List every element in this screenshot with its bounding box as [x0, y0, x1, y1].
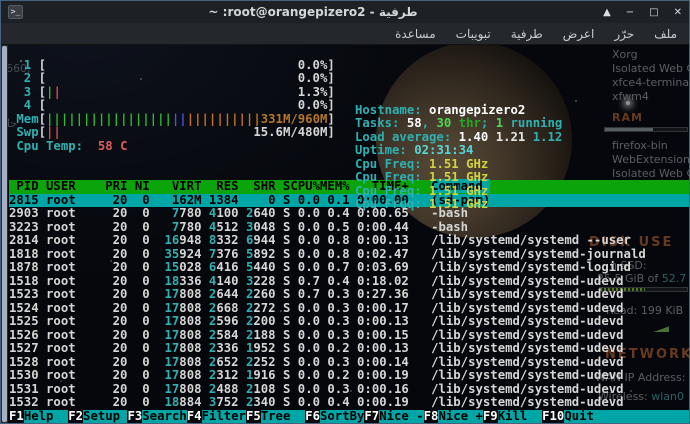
- process-row[interactable]: 2814 root 20 0 16948 8332 6944 S 0.0 0.8…: [9, 234, 689, 248]
- process-row[interactable]: 1818 root 20 0 35924 7376 5892 S 0.0 0.8…: [9, 248, 689, 262]
- function-key[interactable]: F7: [364, 410, 379, 424]
- function-key[interactable]: F9: [483, 410, 498, 424]
- function-key[interactable]: F8: [424, 410, 439, 424]
- process-row[interactable]: 1523 root 20 0 17808 2644 2260 S 0.7 0.3…: [9, 288, 689, 302]
- cpu-freq-line: Cpu Freq: 1.51 GHz: [355, 185, 562, 199]
- load-average-line: Load average: 1.40 1.21 1.12: [355, 131, 562, 145]
- cpu-meter: 2 [ 0.0%]: [9, 72, 689, 86]
- function-key-label[interactable]: Search: [142, 410, 186, 424]
- hostname-line: Hostname: orangepizero2: [355, 104, 562, 118]
- process-row[interactable]: 1532 root 20 0 18884 3752 2340 S 0.0 0.4…: [9, 396, 689, 410]
- process-row[interactable]: 1527 root 20 0 17808 2336 1952 S 0.0 0.2…: [9, 342, 689, 356]
- blank-line: [9, 167, 689, 181]
- htop-info-column: Hostname: orangepizero2Tasks: 58, 30 thr…: [355, 104, 562, 212]
- process-row[interactable]: 1526 root 20 0 17808 2584 2188 S 0.0 0.3…: [9, 329, 689, 343]
- menu-item[interactable]: حرّر: [614, 27, 634, 41]
- terminal-icon: >_: [8, 5, 23, 19]
- cpu-freq-line: Cpu Freq: 1.51 GHz: [355, 198, 562, 212]
- minimize-button[interactable]: −: [626, 7, 634, 18]
- process-row[interactable]: 1878 root 20 0 15028 6416 5440 S 0.0 0.7…: [9, 261, 689, 275]
- menu-item[interactable]: مساعدة: [395, 27, 436, 41]
- terminal-window: >_ ~ :root@orangepizero2 - طرفية ▲ − □ ✕…: [0, 0, 690, 424]
- function-key-label[interactable]: SortBy: [320, 410, 364, 424]
- menu-bar: ملف حرّر اعرض طرفية تبويبات مساعدة: [1, 23, 689, 45]
- maximize-button[interactable]: □: [649, 7, 658, 18]
- function-key[interactable]: F2: [68, 410, 83, 424]
- cpu-meter: 1 [ 0.0%]: [9, 59, 689, 73]
- window-title: ~ :root@orangepizero2 - طرفية: [31, 5, 595, 19]
- uptime-line: Uptime: 02:31:34: [355, 144, 562, 158]
- function-key-label[interactable]: Quit: [564, 410, 608, 424]
- menu-item[interactable]: ملف: [654, 27, 677, 41]
- process-table-header[interactable]: PID USER PRI NI VIRT RES SHR SCPU%MEM% T…: [9, 180, 689, 194]
- process-row[interactable]: 1530 root 20 0 17808 2312 1916 S 0.0 0.2…: [9, 369, 689, 383]
- function-key-label[interactable]: Nice -: [379, 410, 423, 424]
- process-row[interactable]: 1531 root 20 0 17808 2488 2108 S 0.0 0.3…: [9, 383, 689, 397]
- title-bar[interactable]: >_ ~ :root@orangepizero2 - طرفية ▲ − □ ✕: [1, 1, 689, 23]
- terminal-content[interactable]: 1 [ 0.0%] 2 [ 0.0%] 3 [|| 1.3%] 4 [ 0.0%…: [1, 45, 689, 423]
- blank-line: [9, 45, 689, 59]
- cpu-freq-line: Cpu Freq: 1.51 GHz: [355, 158, 562, 172]
- scrollbar[interactable]: [1, 45, 8, 423]
- cpu-freq-line: Cpu Freq: 1.51 GHz: [355, 171, 562, 185]
- menu-item[interactable]: تبويبات: [456, 27, 491, 41]
- menu-item[interactable]: اعرض: [563, 27, 595, 41]
- function-key[interactable]: F4: [187, 410, 202, 424]
- function-key[interactable]: F6: [305, 410, 320, 424]
- function-bar-filler: [609, 410, 689, 424]
- shade-button[interactable]: ▲: [603, 7, 611, 18]
- function-key[interactable]: F1: [9, 410, 24, 424]
- window-controls: ▲ − □ ✕: [603, 7, 682, 18]
- function-key-label[interactable]: Filter: [202, 410, 246, 424]
- menu-item[interactable]: طرفية: [511, 27, 543, 41]
- process-row[interactable]: 2815 root 20 0 162M 1384 0 S 0.0 0.1 0:0…: [9, 194, 689, 208]
- htop-function-bar: F1Help F2Setup F3SearchF4FilterF5Tree F6…: [9, 410, 689, 424]
- function-key[interactable]: F5: [246, 410, 261, 424]
- tasks-line: Tasks: 58, 30 thr; 1 running: [355, 117, 562, 131]
- function-key[interactable]: F10: [542, 410, 564, 424]
- cpu-temp-line: Cpu Temp: 58 C: [9, 140, 689, 154]
- function-key-label[interactable]: Kill: [498, 410, 542, 424]
- process-row[interactable]: 3223 root 20 0 7780 4512 3048 S 0.0 0.5 …: [9, 221, 689, 235]
- process-row[interactable]: 2903 root 20 0 7780 4100 2640 S 0.0 0.4 …: [9, 207, 689, 221]
- function-key-label[interactable]: Tree: [261, 410, 305, 424]
- function-key-label[interactable]: Nice +: [438, 410, 482, 424]
- process-row[interactable]: 1525 root 20 0 17808 2596 2200 S 0.0 0.3…: [9, 315, 689, 329]
- blank-line: [9, 153, 689, 167]
- function-key-label[interactable]: Setup: [83, 410, 127, 424]
- function-key-label[interactable]: Help: [24, 410, 68, 424]
- process-row[interactable]: 1518 root 20 0 18336 4140 3228 S 0.7 0.4…: [9, 275, 689, 289]
- htop-screen: 1 [ 0.0%] 2 [ 0.0%] 3 [|| 1.3%] 4 [ 0.0%…: [9, 45, 689, 410]
- function-key[interactable]: F3: [127, 410, 142, 424]
- cpu-meter: 4 [ 0.0%]: [9, 99, 689, 113]
- swap-meter: Swp[|| 15.6M/480M]: [9, 126, 689, 140]
- close-button[interactable]: ✕: [674, 7, 682, 18]
- cpu-meter: 3 [|| 1.3%]: [9, 86, 689, 100]
- process-row[interactable]: 1528 root 20 0 17808 2652 2252 S 0.0 0.3…: [9, 356, 689, 370]
- mem-meter: Mem[|||||||||||||||||||||||||||||331M/96…: [9, 113, 689, 127]
- scrollbar-thumb[interactable]: [2, 46, 7, 422]
- process-row[interactable]: 1524 root 20 0 17808 2668 2272 S 0.0 0.3…: [9, 302, 689, 316]
